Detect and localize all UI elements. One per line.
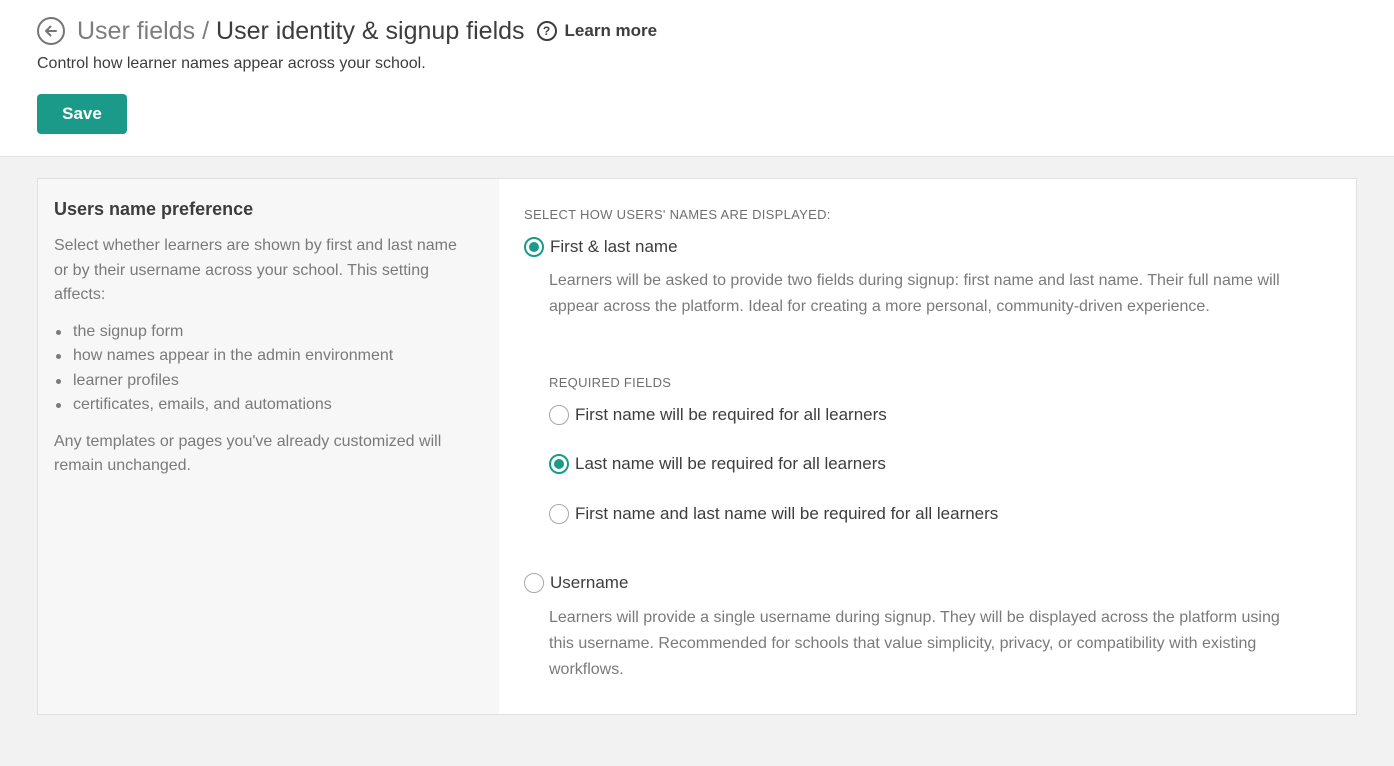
settings-options-panel: SELECT HOW USERS' NAMES ARE DISPLAYED: F… — [499, 179, 1356, 714]
radio-label-last-required: Last name will be required for all learn… — [575, 454, 886, 473]
radio-button-first-last[interactable] — [524, 237, 544, 257]
section-title: Users name preference — [54, 199, 254, 219]
radio-username[interactable]: Username — [524, 573, 628, 593]
breadcrumb-separator: / — [202, 17, 210, 45]
settings-description-panel: Users name preference Select whether lea… — [38, 179, 499, 714]
page-subtitle: Control how learner names appear across … — [37, 55, 426, 72]
section-note: Any templates or pages you've already cu… — [54, 432, 442, 475]
radio-label-username: Username — [550, 573, 629, 592]
affected-areas-list: the signup form how names appear in the … — [54, 320, 483, 418]
list-item: the signup form — [54, 320, 483, 345]
list-item: certificates, emails, and automations — [54, 393, 483, 418]
radio-button-first-required[interactable] — [549, 405, 569, 425]
breadcrumb: User fields / User identity & signup field… — [77, 15, 525, 47]
required-fields-label: REQUIRED FIELDS — [549, 375, 672, 390]
radio-first-name-required[interactable]: First name will be required for all lear… — [549, 405, 887, 425]
radio-button-both-required[interactable] — [549, 504, 569, 524]
radio-button-username[interactable] — [524, 573, 544, 593]
title-row: User fields / User identity & signup field… — [37, 15, 657, 47]
back-arrow-icon[interactable] — [37, 17, 65, 45]
learn-more-label: Learn more — [564, 21, 658, 40]
section-description: Select whether learners are shown by fir… — [54, 237, 457, 303]
breadcrumb-parent-link[interactable]: User fields — [77, 17, 195, 45]
back-arrow-glyph — [45, 25, 57, 37]
learn-more-link[interactable]: ? Learn more — [536, 21, 658, 41]
radio-label-first-last: First & last name — [550, 237, 678, 256]
question-circle-icon: ? — [536, 21, 557, 41]
radio-last-name-required[interactable]: Last name will be required for all learn… — [549, 454, 886, 474]
radio-label-first-required: First name will be required for all lear… — [575, 405, 887, 424]
page-header: User fields / User identity & signup field… — [0, 0, 1394, 157]
radio-button-last-required[interactable] — [549, 454, 569, 474]
display-options-label: SELECT HOW USERS' NAMES ARE DISPLAYED: — [524, 207, 831, 222]
radio-label-both-required: First name and last name will be require… — [575, 504, 999, 523]
settings-card: Users name preference Select whether lea… — [37, 178, 1357, 715]
radio-first-last-name[interactable]: First & last name — [524, 237, 678, 257]
list-item: learner profiles — [54, 369, 483, 394]
first-last-description: Learners will be asked to provide two fi… — [549, 272, 1280, 315]
username-description: Learners will provide a single username … — [549, 609, 1280, 678]
page-title: User identity & signup fields — [216, 17, 525, 45]
list-item: how names appear in the admin environmen… — [54, 344, 483, 369]
save-button[interactable]: Save — [37, 94, 127, 134]
radio-both-names-required[interactable]: First name and last name will be require… — [549, 504, 998, 524]
